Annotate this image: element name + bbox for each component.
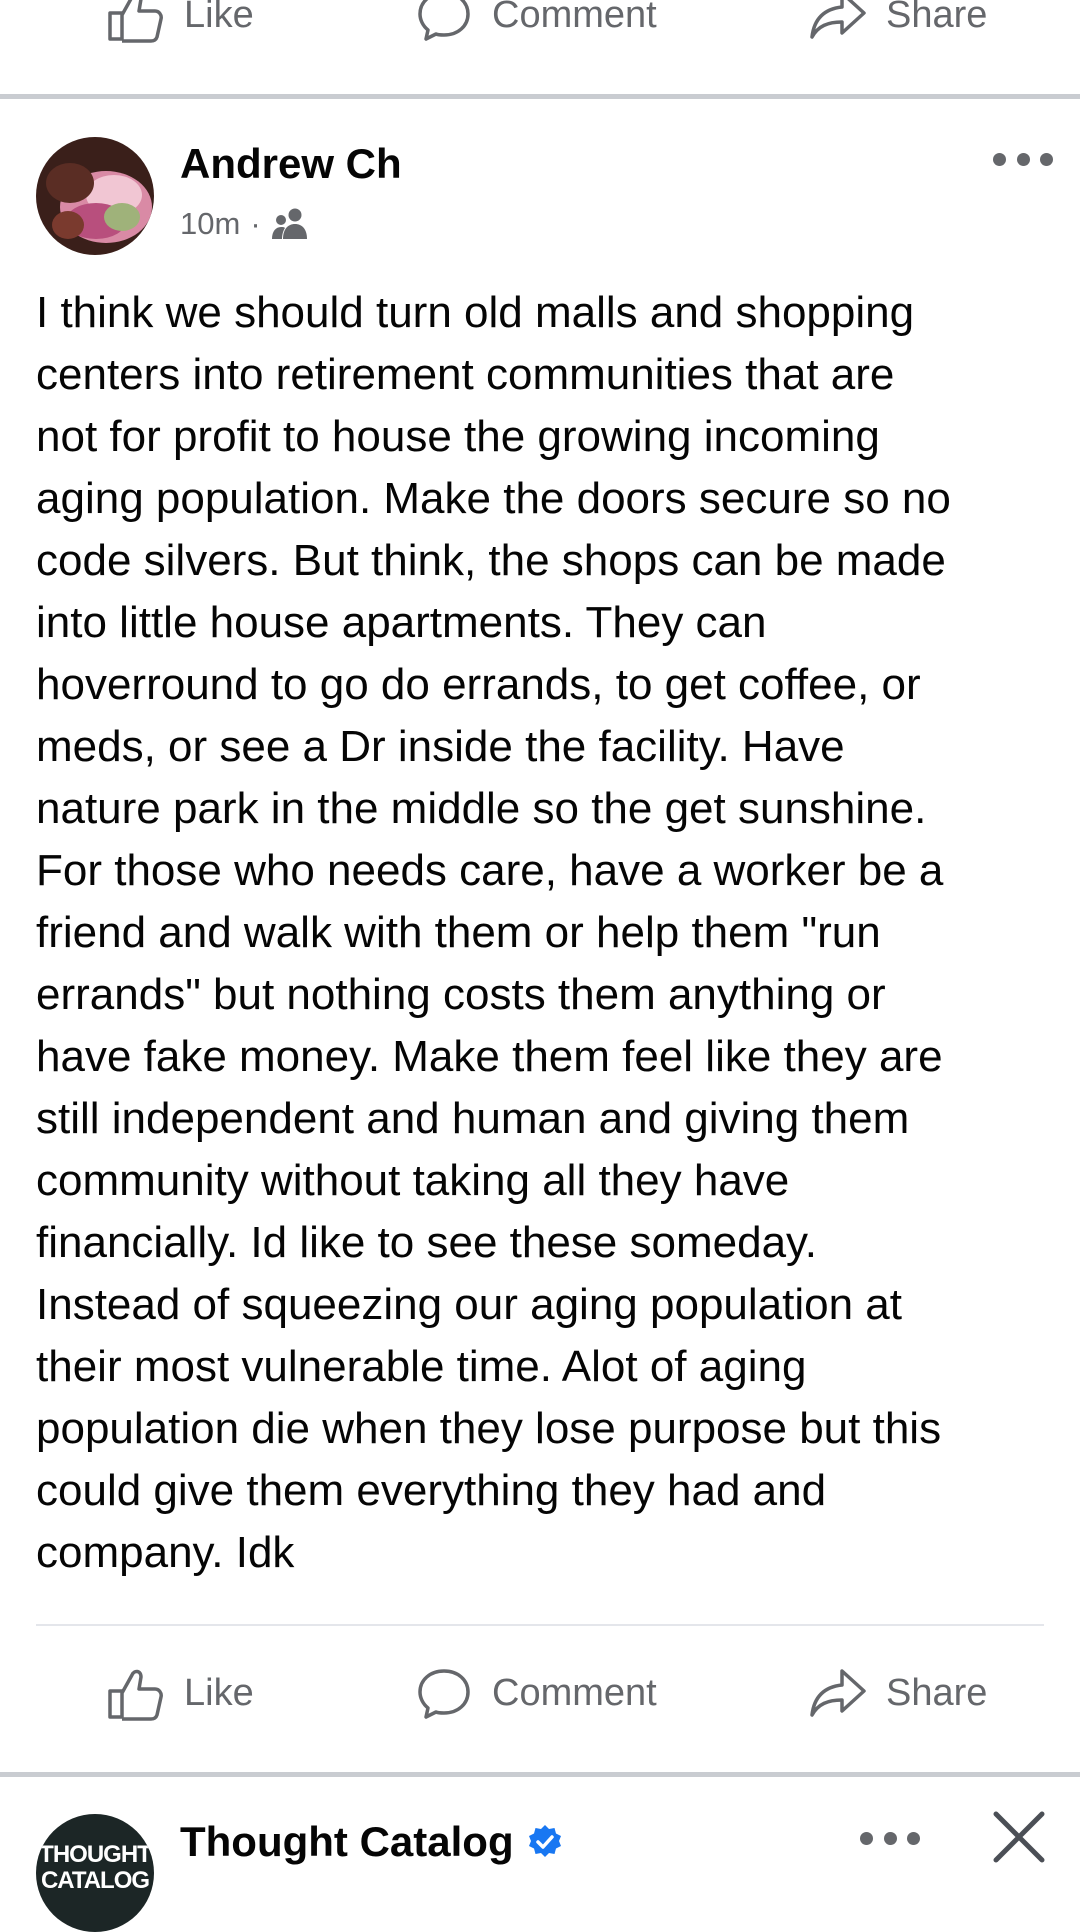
like-icon [108,0,163,43]
author-name[interactable]: Andrew Ch [180,140,402,188]
avatar-text-line1: THOUGHT [39,1841,152,1868]
post-meta: 10m · [180,206,311,242]
share-button[interactable]: Share [808,1658,987,1728]
meta-separator: · [250,206,261,241]
like-label: Like [184,0,254,36]
like-button[interactable]: Like [106,1658,254,1728]
next-post-author[interactable]: Thought Catalog [180,1818,564,1866]
more-options-icon[interactable] [993,149,1053,169]
post-action-bar: Like Comment Share [0,1658,1080,1728]
previous-post-action-bar: Like Comment Share [0,0,1080,50]
post-time[interactable]: 10m [180,206,240,242]
share-button[interactable]: Share [808,0,987,50]
comment-label: Comment [492,1671,657,1714]
share-icon [810,0,866,39]
comment-icon [418,0,470,41]
next-post-author-name: Thought Catalog [180,1818,514,1865]
like-icon [108,1669,163,1721]
friends-icon [271,208,307,239]
comment-icon [418,1669,470,1719]
post-separator [0,94,1080,99]
close-icon[interactable] [992,1810,1046,1864]
verified-badge-icon [528,1825,561,1857]
like-button[interactable]: Like [106,0,254,50]
like-label: Like [184,1671,254,1714]
comment-button[interactable]: Comment [414,0,657,50]
post-separator [0,1772,1080,1777]
post-text: I think we should turn old malls and sho… [36,288,951,1577]
comment-button[interactable]: Comment [414,1658,657,1728]
comment-label: Comment [492,0,657,36]
more-options-icon[interactable] [860,1828,920,1848]
share-icon [810,1669,866,1717]
share-label: Share [886,1671,988,1714]
author-avatar[interactable] [36,137,154,255]
post-text-divider [36,1624,1044,1626]
thought-catalog-avatar[interactable]: THOUGHT CATALOG [36,1814,154,1932]
share-label: Share [886,0,988,36]
avatar-text-line2: CATALOG [40,1867,150,1894]
